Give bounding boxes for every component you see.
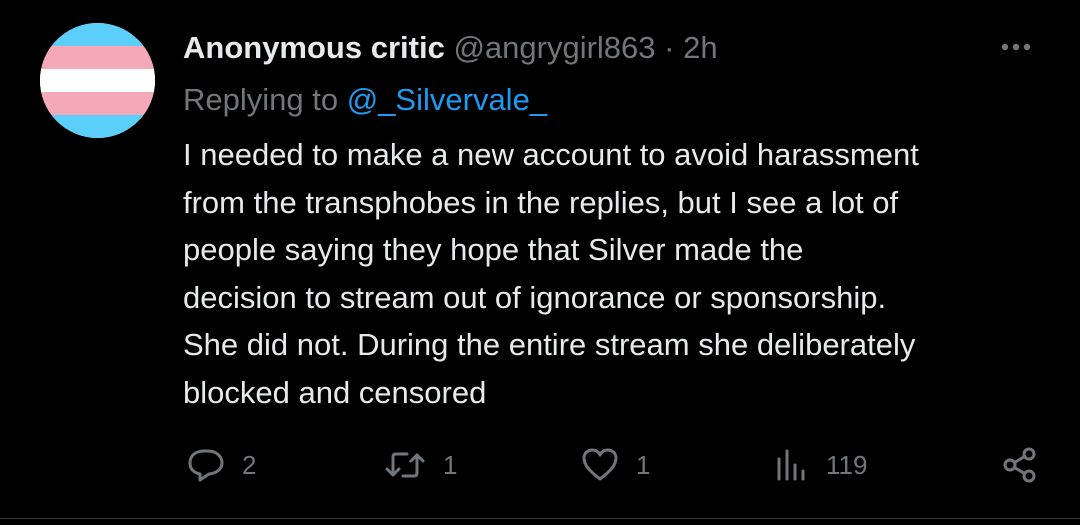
tweet-text-line: She did not. During the entire stream sh… xyxy=(183,327,916,362)
tweet-text-line: I needed to make a new account to avoid … xyxy=(183,137,919,172)
replying-to: Replying to @_Silvervale_ xyxy=(183,80,547,120)
replying-to-label: Replying to xyxy=(183,82,339,117)
views-button[interactable]: 119 xyxy=(774,440,867,490)
retweet-icon xyxy=(385,452,425,478)
tweet-text-line: decision to stream out of ignorance or s… xyxy=(183,279,887,315)
heart-icon xyxy=(582,448,618,481)
tweet[interactable]: Anonymous critic @angrygirl863 · 2h Repl… xyxy=(0,0,1080,519)
reply-bubble-icon xyxy=(188,449,224,482)
action-bar: 2 1 1 119 xyxy=(0,440,1080,490)
flag-stripe-pink xyxy=(40,46,155,69)
tweet-text-line: people saying they hope that Silver made… xyxy=(183,232,804,267)
more-icon[interactable] xyxy=(996,33,1036,61)
like-button[interactable]: 1 xyxy=(580,440,650,490)
user-handle[interactable]: @angrygirl863 xyxy=(453,30,655,65)
tweet-text-line: from the transphobes in the replies, but… xyxy=(183,184,899,220)
share-icon xyxy=(1003,447,1036,483)
retweet-count: 1 xyxy=(443,449,458,480)
divider xyxy=(0,518,1080,519)
flag-stripe-blue xyxy=(40,115,155,138)
flag-stripe-pink xyxy=(40,92,155,115)
like-count: 1 xyxy=(636,449,651,480)
tweet-text: I needed to make a new account to avoid … xyxy=(183,131,1053,416)
replying-to-mention[interactable]: @_Silvervale_ xyxy=(347,82,547,117)
timestamp[interactable]: 2h xyxy=(683,30,717,65)
separator-dot: · xyxy=(664,30,675,65)
retweet-button[interactable]: 1 xyxy=(383,440,457,490)
flag-stripe-blue xyxy=(40,23,155,46)
flag-stripe-white xyxy=(40,69,155,92)
views-count: 119 xyxy=(826,449,868,480)
share-button[interactable] xyxy=(1000,440,1040,490)
views-bar-chart-icon xyxy=(777,449,805,481)
display-name[interactable]: Anonymous critic xyxy=(183,30,445,65)
reply-button[interactable]: 2 xyxy=(186,440,256,490)
tweet-text-line: blocked and censored xyxy=(183,374,487,410)
avatar[interactable] xyxy=(40,23,155,138)
reply-count: 2 xyxy=(242,449,257,480)
tweet-header: Anonymous critic @angrygirl863 · 2h xyxy=(183,28,718,68)
